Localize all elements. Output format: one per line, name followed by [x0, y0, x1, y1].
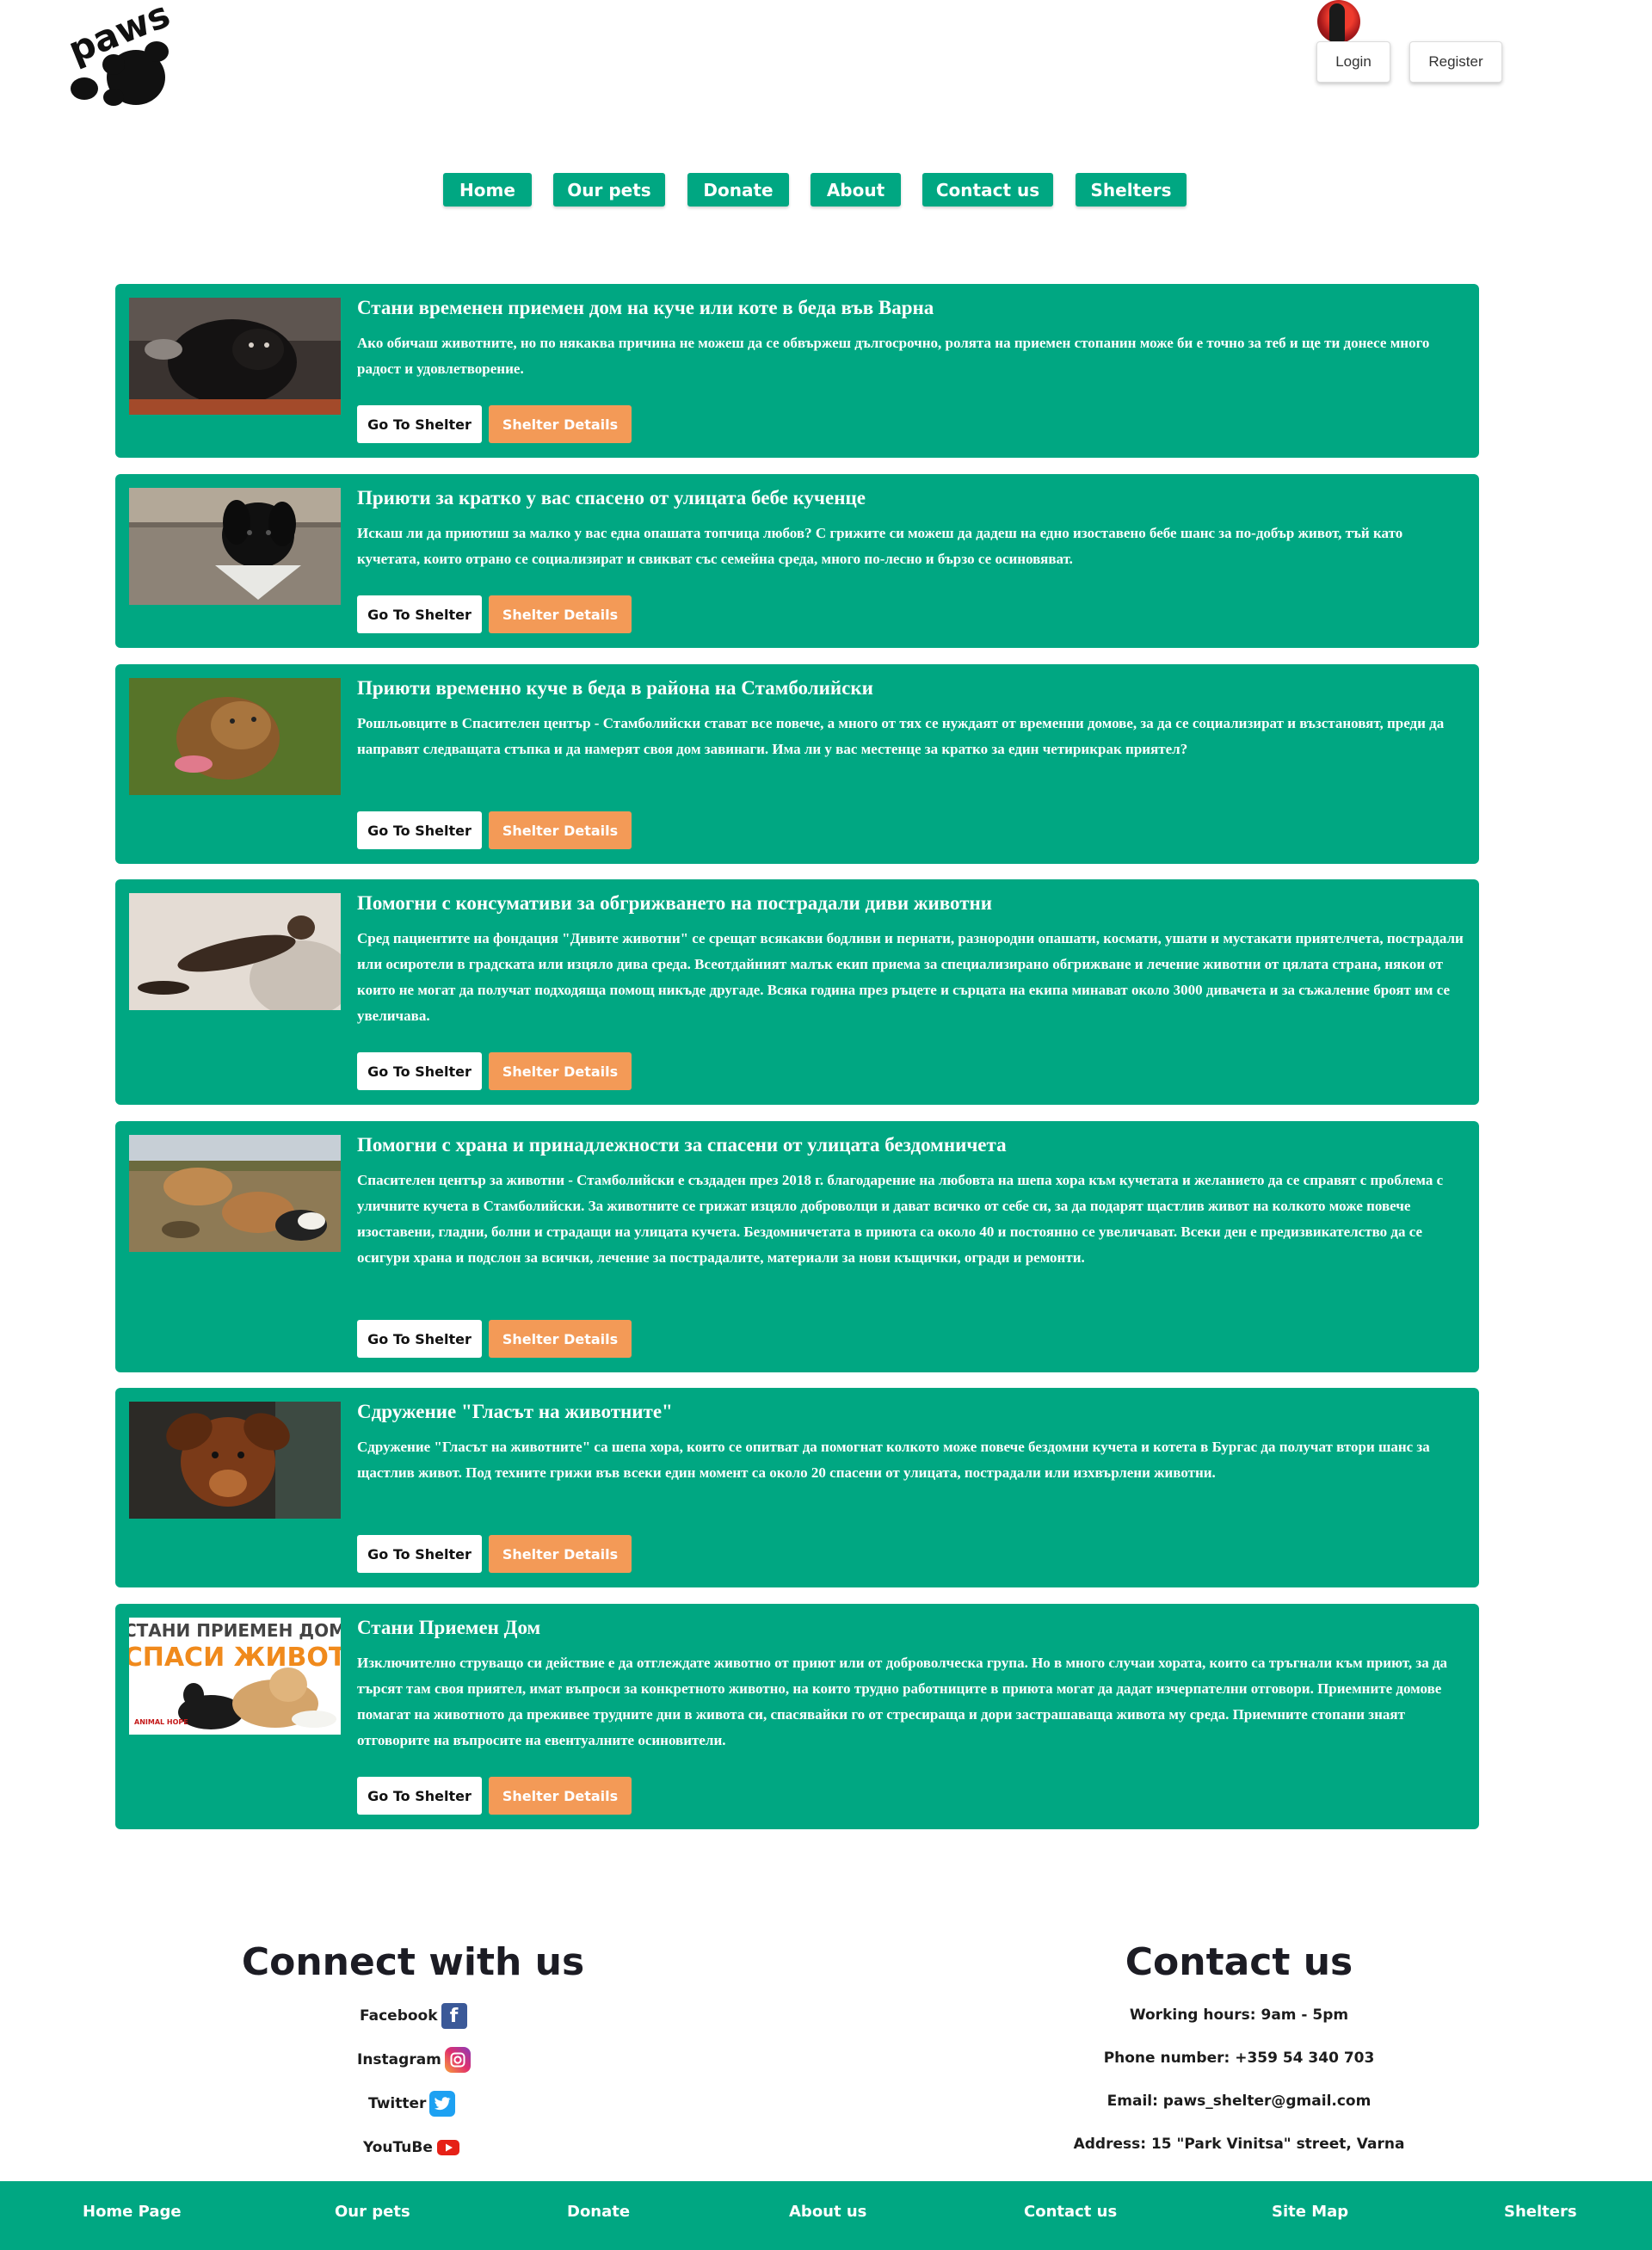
instagram-link[interactable]: Instagram — [357, 2047, 471, 2073]
youtube-label: YouTuBe — [363, 2139, 433, 2156]
working-hours: Working hours: 9am - 5pm — [1129, 2007, 1349, 2024]
facebook-link[interactable]: Facebook f — [360, 2003, 467, 2029]
go-to-shelter-button[interactable]: Go To Shelter — [357, 811, 482, 849]
card-title: Приюти временно куче в беда в района на … — [357, 677, 873, 699]
email-address: Email: paws_shelter@gmail.com — [1106, 2093, 1372, 2110]
contact-title: Contact us — [1125, 1940, 1353, 1984]
shelter-details-button[interactable]: Shelter Details — [489, 1052, 632, 1090]
shelter-card: Приюти за кратко у вас спасено от улицат… — [115, 474, 1479, 648]
card-description: Рошльовците в Спасителен център - Стамбо… — [357, 715, 1445, 757]
user-avatar[interactable] — [1317, 0, 1360, 43]
footer-link-donate[interactable]: Donate — [567, 2203, 630, 2221]
card-title: Стани временен приемен дом на куче или к… — [357, 297, 934, 318]
footer-link-about-us[interactable]: About us — [789, 2203, 866, 2221]
card-title: Приюти за кратко у вас спасено от улицат… — [357, 487, 866, 509]
instagram-label: Instagram — [357, 2051, 441, 2068]
puppy-black-image — [129, 298, 341, 415]
paws-logo[interactable]: paws — [60, 0, 176, 112]
register-button[interactable]: Register — [1409, 41, 1502, 83]
svg-text:СПАСИ ЖИВОТ: СПАСИ ЖИВОТ — [129, 1643, 341, 1673]
footer-link-contact-us[interactable]: Contact us — [1024, 2203, 1117, 2221]
instagram-icon — [444, 2047, 471, 2073]
footer-link-shelters[interactable]: Shelters — [1504, 2203, 1577, 2221]
card-description: Спасителен център за животни - Стамболий… — [357, 1172, 1444, 1266]
facebook-label: Facebook — [360, 2007, 438, 2025]
nav-home[interactable]: Home — [443, 173, 532, 207]
card-title: Сдружение "Гласът на животните" — [357, 1401, 673, 1422]
shelter-card: Помогни с храна и принадлежности за спас… — [115, 1121, 1479, 1372]
shelter-details-button[interactable]: Shelter Details — [489, 1535, 632, 1573]
card-description: Сдружение "Гласът на животните" са шепа … — [357, 1439, 1430, 1481]
card-title: Стани Приемен Дом — [357, 1617, 541, 1638]
go-to-shelter-button[interactable]: Go To Shelter — [357, 1535, 482, 1573]
shelter-details-button[interactable]: Shelter Details — [489, 1320, 632, 1358]
card-title: Помогни с консумативи за обгрижването на… — [357, 892, 993, 914]
shelter-details-button[interactable]: Shelter Details — [489, 1777, 632, 1815]
nav-about[interactable]: About — [811, 173, 901, 207]
puppy-brown-image — [129, 1402, 341, 1519]
shelter-details-button[interactable]: Shelter Details — [489, 595, 632, 633]
card-description: Искаш ли да приютиш за малко у вас една … — [357, 525, 1403, 567]
wild-animal-image — [129, 893, 341, 1010]
street-address: Address: 15 "Park Vinitsa" street, Varna — [1073, 2136, 1405, 2153]
card-description: Сред пациентите на фондация "Дивите живо… — [357, 930, 1464, 1024]
foster-poster-image: СТАНИ ПРИЕМЕН ДОМ СПАСИ ЖИВОТ ANIMAL HOP… — [129, 1618, 341, 1735]
phone-number: Phone number: +359 54 340 703 — [1103, 2050, 1375, 2067]
footer-link-home-page[interactable]: Home Page — [83, 2203, 182, 2221]
shelter-details-button[interactable]: Shelter Details — [489, 405, 632, 443]
facebook-icon: f — [441, 2003, 467, 2029]
shelter-card: СТАНИ ПРИЕМЕН ДОМ СПАСИ ЖИВОТ ANIMAL HOP… — [115, 1604, 1479, 1829]
shelter-card: Приюти временно куче в беда в района на … — [115, 664, 1479, 864]
footer-link-our-pets[interactable]: Our pets — [335, 2203, 410, 2221]
card-description: Изключително струващо си действие е да о… — [357, 1655, 1448, 1748]
go-to-shelter-button[interactable]: Go To Shelter — [357, 1777, 482, 1815]
twitter-icon — [429, 2091, 456, 2117]
puppy-bandana-image — [129, 488, 341, 605]
go-to-shelter-button[interactable]: Go To Shelter — [357, 595, 482, 633]
card-description: Ако обичаш животните, но по някаква прич… — [357, 335, 1430, 377]
nav-contact-us[interactable]: Contact us — [922, 173, 1053, 207]
shelter-dogs-image — [129, 1135, 341, 1252]
nav-our-pets[interactable]: Our pets — [553, 173, 665, 207]
go-to-shelter-button[interactable]: Go To Shelter — [357, 405, 482, 443]
footer-link-site-map[interactable]: Site Map — [1272, 2203, 1348, 2221]
youtube-icon — [436, 2135, 460, 2161]
go-to-shelter-button[interactable]: Go To Shelter — [357, 1320, 482, 1358]
nav-shelters[interactable]: Shelters — [1076, 173, 1187, 207]
youtube-link[interactable]: YouTuBe — [363, 2135, 460, 2161]
card-title: Помогни с храна и принадлежности за спас… — [357, 1134, 1007, 1156]
shelter-card: Помогни с консумативи за обгрижването на… — [115, 879, 1479, 1105]
go-to-shelter-button[interactable]: Go To Shelter — [357, 1052, 482, 1090]
twitter-label: Twitter — [368, 2095, 427, 2112]
login-button[interactable]: Login — [1316, 41, 1390, 83]
svg-text:ANIMAL HOPE: ANIMAL HOPE — [134, 1718, 188, 1726]
dog-grass-image — [129, 678, 341, 795]
nav-donate[interactable]: Donate — [687, 173, 789, 207]
shelter-details-button[interactable]: Shelter Details — [489, 811, 632, 849]
connect-title: Connect with us — [241, 1940, 585, 1984]
shelter-card: Сдружение "Гласът на животните" Сдружени… — [115, 1388, 1479, 1587]
shelter-card: Стани временен приемен дом на куче или к… — [115, 284, 1479, 458]
twitter-link[interactable]: Twitter — [368, 2091, 456, 2117]
svg-text:СТАНИ ПРИЕМЕН ДОМ: СТАНИ ПРИЕМЕН ДОМ — [129, 1620, 341, 1641]
